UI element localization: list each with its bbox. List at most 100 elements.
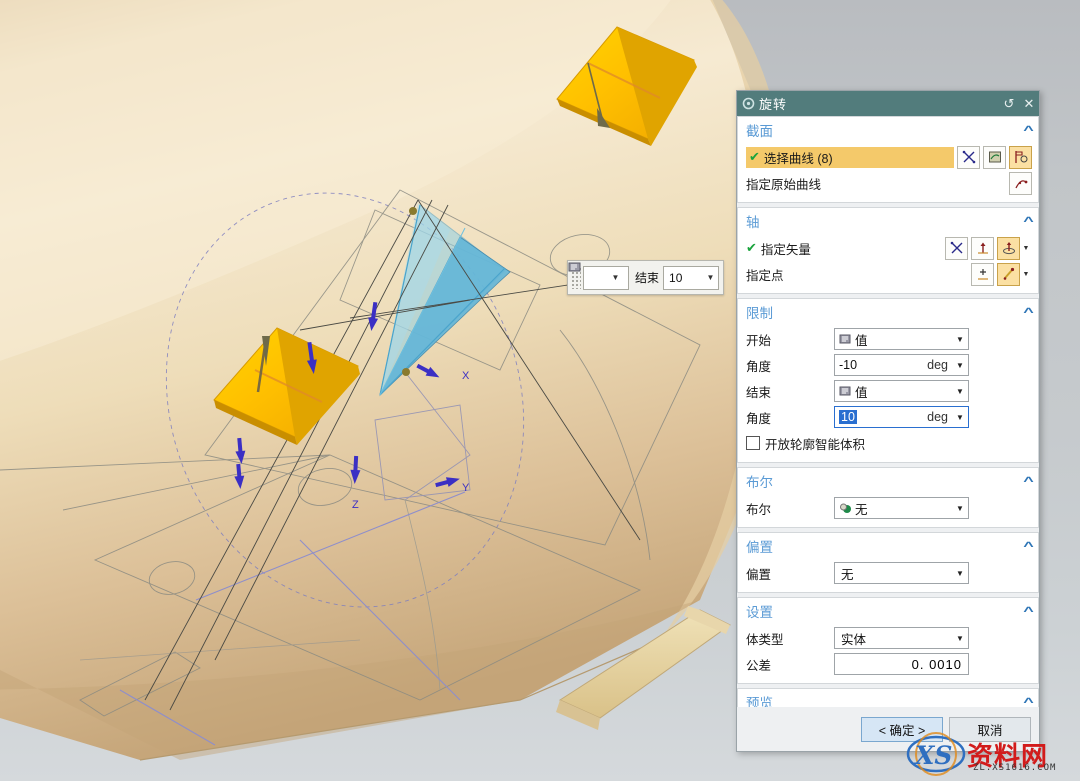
row-offset[interactable]: 偏置 无 ▼ bbox=[746, 560, 1032, 586]
boolean-value: 无 bbox=[855, 499, 952, 518]
chevron-down-icon[interactable]: ▼ bbox=[1020, 238, 1032, 259]
group-header-section[interactable]: 截面 ^ bbox=[738, 117, 1038, 142]
chevron-up-icon[interactable]: ^ bbox=[1023, 695, 1034, 708]
select-curve-label: 选择曲线 (8) bbox=[764, 148, 833, 167]
row-body-type[interactable]: 体类型 实体 ▼ bbox=[746, 625, 1032, 651]
chevron-down-icon[interactable]: ▼ bbox=[1020, 264, 1032, 285]
chevron-up-icon[interactable]: ^ bbox=[1023, 474, 1034, 488]
group-title: 截面 bbox=[746, 120, 1025, 140]
chevron-down-icon[interactable]: ▼ bbox=[952, 634, 968, 643]
row-boolean[interactable]: 布尔 无 ▼ bbox=[746, 495, 1032, 521]
start-type-combo[interactable]: 值 ▼ bbox=[834, 328, 969, 350]
point-constructor-icon[interactable] bbox=[971, 263, 994, 286]
row-specify-vector[interactable]: ✔ 指定矢量 ▼ bbox=[746, 235, 1032, 261]
row-end-angle[interactable]: 角度 10 deg ▼ bbox=[746, 404, 1032, 430]
open-profile-label: 开放轮廓智能体积 bbox=[765, 434, 865, 453]
chevron-up-icon[interactable]: ^ bbox=[1023, 123, 1034, 137]
group-title: 设置 bbox=[746, 601, 1025, 621]
group-title: 偏置 bbox=[746, 536, 1025, 556]
chevron-down-icon[interactable]: ▼ bbox=[952, 335, 968, 344]
group-header-offset[interactable]: 偏置 ^ bbox=[738, 533, 1038, 558]
start-angle-label: 角度 bbox=[746, 356, 834, 375]
tolerance-label: 公差 bbox=[746, 655, 834, 674]
sketch-section-icon[interactable] bbox=[1009, 146, 1032, 169]
value-type-icon bbox=[839, 334, 855, 345]
boolean-combo[interactable]: 无 ▼ bbox=[834, 497, 969, 519]
offset-combo[interactable]: 无 ▼ bbox=[834, 562, 969, 584]
value-type-icon bbox=[839, 386, 855, 397]
reset-icon[interactable]: ↺ bbox=[999, 91, 1019, 116]
group-section: 截面 ^ ✔ 选择曲线 (8) bbox=[737, 116, 1039, 203]
cancel-button[interactable]: 取消 bbox=[949, 717, 1031, 742]
float-box-value[interactable]: 10 bbox=[664, 271, 703, 285]
vector-dialog-icon[interactable] bbox=[997, 237, 1020, 260]
end-angle-value[interactable]: 10 bbox=[839, 410, 857, 424]
chevron-up-icon[interactable]: ^ bbox=[1023, 305, 1034, 319]
start-angle-unit: deg bbox=[927, 358, 952, 372]
revolve-icon bbox=[737, 97, 759, 110]
group-header-boolean[interactable]: 布尔 ^ bbox=[738, 468, 1038, 493]
row-open-profile[interactable]: 开放轮廓智能体积 bbox=[746, 430, 1032, 456]
on-screen-input-box[interactable]: ▼ 结束 10 ▼ bbox=[567, 260, 724, 295]
dialog-button-bar: < 确定 > 取消 bbox=[737, 707, 1039, 751]
boolean-label: 布尔 bbox=[746, 499, 834, 518]
row-original-curve[interactable]: 指定原始曲线 bbox=[746, 170, 1032, 196]
group-settings: 设置 ^ 体类型 实体 ▼ 公差 0. 0010 bbox=[737, 597, 1039, 684]
point-dialog-icon[interactable] bbox=[997, 263, 1020, 286]
row-select-curve[interactable]: ✔ 选择曲线 (8) bbox=[746, 144, 1032, 170]
tolerance-field[interactable]: 0. 0010 bbox=[834, 653, 969, 675]
chevron-down-icon[interactable]: ▼ bbox=[703, 268, 718, 288]
original-curve-icon[interactable] bbox=[1009, 172, 1032, 195]
select-curve-bar[interactable]: ✔ 选择曲线 (8) bbox=[746, 147, 954, 168]
row-start-type[interactable]: 开始 值 ▼ bbox=[746, 326, 1032, 352]
group-header-preview[interactable]: 预览 ^ bbox=[738, 689, 1038, 707]
chevron-up-icon[interactable]: ^ bbox=[1023, 214, 1034, 228]
chevron-down-icon[interactable]: ▼ bbox=[952, 504, 968, 513]
chevron-down-icon[interactable]: ▼ bbox=[952, 387, 968, 396]
chevron-down-icon[interactable]: ▼ bbox=[952, 361, 968, 370]
check-icon: ✔ bbox=[746, 240, 761, 256]
end-angle-field[interactable]: 10 deg ▼ bbox=[834, 406, 969, 428]
end-angle-label: 角度 bbox=[746, 408, 834, 427]
curve-from-face-icon[interactable] bbox=[983, 146, 1006, 169]
group-title: 预览 bbox=[746, 692, 1025, 708]
start-angle-value[interactable]: -10 bbox=[839, 358, 927, 372]
start-type-value: 值 bbox=[855, 330, 952, 349]
value-type-combo[interactable]: ▼ bbox=[583, 266, 629, 290]
specify-point-label: 指定点 bbox=[746, 265, 784, 284]
chevron-up-icon[interactable]: ^ bbox=[1023, 604, 1034, 618]
start-angle-field[interactable]: -10 deg ▼ bbox=[834, 354, 969, 376]
chevron-down-icon[interactable]: ▼ bbox=[952, 569, 968, 578]
open-profile-checkbox[interactable] bbox=[746, 436, 760, 450]
chevron-down-icon[interactable]: ▼ bbox=[952, 413, 968, 422]
boolean-none-icon bbox=[839, 502, 855, 514]
float-box-label: 结束 bbox=[629, 269, 663, 286]
dialog-title: 旋转 bbox=[759, 94, 999, 113]
row-specify-point[interactable]: 指定点 ▼ bbox=[746, 261, 1032, 287]
vector-inferred-icon[interactable] bbox=[945, 237, 968, 260]
row-start-angle[interactable]: 角度 -10 deg ▼ bbox=[746, 352, 1032, 378]
group-title: 限制 bbox=[746, 302, 1025, 322]
start-label: 开始 bbox=[746, 330, 834, 349]
group-header-axis[interactable]: 轴 ^ bbox=[738, 208, 1038, 233]
dialog-titlebar[interactable]: 旋转 ↺ ✕ bbox=[737, 91, 1039, 116]
group-header-limits[interactable]: 限制 ^ bbox=[738, 299, 1038, 324]
vector-constructor-icon[interactable] bbox=[971, 237, 994, 260]
float-box-value-combo[interactable]: 10 ▼ bbox=[663, 266, 719, 290]
group-offset: 偏置 ^ 偏置 无 ▼ bbox=[737, 532, 1039, 593]
row-end-type[interactable]: 结束 值 ▼ bbox=[746, 378, 1032, 404]
row-tolerance[interactable]: 公差 0. 0010 bbox=[746, 651, 1032, 677]
group-limits: 限制 ^ 开始 值 ▼ 角度 -10 bbox=[737, 298, 1039, 463]
close-icon[interactable]: ✕ bbox=[1019, 91, 1039, 116]
body-type-combo[interactable]: 实体 ▼ bbox=[834, 627, 969, 649]
group-header-settings[interactable]: 设置 ^ bbox=[738, 598, 1038, 623]
end-type-value: 值 bbox=[855, 382, 952, 401]
revolve-dialog[interactable]: 旋转 ↺ ✕ 截面 ^ ✔ 选择曲线 (8) bbox=[736, 90, 1040, 752]
group-title: 轴 bbox=[746, 211, 1025, 231]
ok-button[interactable]: < 确定 > bbox=[861, 717, 943, 742]
end-type-combo[interactable]: 值 ▼ bbox=[834, 380, 969, 402]
curve-intersect-icon[interactable] bbox=[957, 146, 980, 169]
chevron-down-icon[interactable]: ▼ bbox=[608, 268, 623, 288]
group-title: 布尔 bbox=[746, 471, 1025, 491]
chevron-up-icon[interactable]: ^ bbox=[1023, 539, 1034, 553]
